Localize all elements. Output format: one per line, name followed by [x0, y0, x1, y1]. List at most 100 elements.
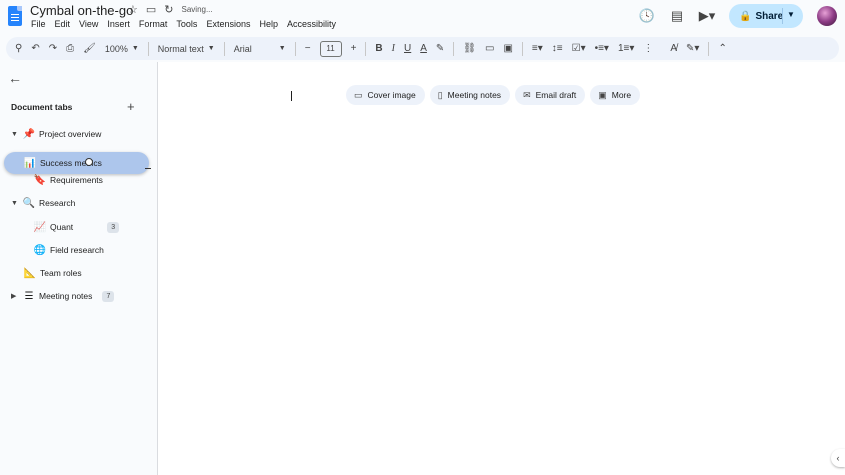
avatar[interactable] — [817, 6, 837, 26]
chip-label: Meeting notes — [447, 90, 502, 100]
star-icon[interactable]: ☆ — [128, 3, 138, 16]
sidebar-tab-field-research[interactable]: 🌐 Field research — [32, 242, 104, 258]
spellcheck-icon[interactable]: A̸ — [670, 41, 677, 57]
more-options-icon[interactable]: ⋮ — [643, 41, 653, 57]
increase-font-size-icon[interactable]: + — [351, 41, 357, 57]
chevron-down-icon: ▼ — [207, 45, 215, 52]
text-color-icon[interactable]: A — [420, 41, 427, 57]
add-tab-icon[interactable]: + — [127, 99, 135, 114]
meeting-notes-chip[interactable]: ▯ Meeting notes — [429, 85, 511, 105]
menu-file[interactable]: File — [31, 19, 46, 29]
insert-image-icon[interactable]: ▣ — [503, 41, 512, 57]
link-icon[interactable]: ⛓ — [463, 41, 476, 57]
comments-icon[interactable]: ▤ — [669, 8, 685, 24]
underline-icon[interactable]: U — [404, 41, 411, 57]
formatting-toolbar: ⚲ ↶ ↷ ⎙ 🖌 100% ▼ Normal text ▼ Arial ▼ − 11… — [6, 37, 839, 60]
email-icon: ✉ — [523, 89, 531, 100]
menu-accessibility[interactable]: Accessibility — [287, 19, 336, 29]
collapsed-caret-icon[interactable]: ▶ — [11, 292, 21, 300]
redo-icon[interactable]: ↷ — [49, 41, 57, 57]
menu-extensions[interactable]: Extensions — [206, 19, 250, 29]
meet-icon[interactable]: ▶▾ — [699, 8, 716, 24]
toolbar-divider — [365, 41, 367, 56]
menu-view[interactable]: View — [79, 19, 98, 29]
folder-icon[interactable]: ▭ — [146, 3, 156, 16]
image-icon: ▭ — [354, 89, 363, 100]
bookmark-icon: 🔖 — [33, 174, 47, 186]
collapse-menus-icon[interactable]: ⌃ — [718, 41, 726, 57]
line-spacing-icon[interactable]: ↕≡ — [552, 41, 563, 57]
triangle-ruler-icon: 📐 — [23, 267, 37, 279]
print-icon[interactable]: ⎙ — [66, 41, 74, 57]
menu-format[interactable]: Format — [139, 19, 168, 29]
more-icon: ▣ — [598, 89, 607, 100]
chevron-down-icon: ▼ — [278, 45, 286, 52]
title-bar: Cymbal on-the-go ☆ ▭ ↻ Saving... File Ed… — [0, 0, 845, 34]
zoom-value: 100% — [104, 43, 128, 54]
bulleted-list-icon[interactable]: •≡▾ — [595, 41, 609, 57]
save-status: Saving... — [181, 5, 213, 14]
tab-label: Field research — [50, 245, 104, 255]
paint-format-icon[interactable]: 🖌 — [83, 41, 96, 57]
toolbar-divider — [223, 41, 225, 56]
toolbar-divider — [453, 41, 455, 56]
chevron-left-icon[interactable]: ‹ — [831, 449, 845, 467]
sidebar-tab-quant[interactable]: 📈 Quant 3 — [32, 219, 120, 235]
menu-tools[interactable]: Tools — [176, 19, 197, 29]
style-value: Normal text — [157, 43, 204, 54]
expand-caret-icon[interactable]: ▼ — [11, 131, 21, 138]
menu-help[interactable]: Help — [259, 19, 278, 29]
zoom-dropdown[interactable]: 100% ▼ — [105, 41, 139, 57]
tab-label: Project overview — [39, 129, 102, 139]
header-actions: 🕓 ▤ ▶▾ 🔒 Share ▼ — [639, 4, 837, 28]
tab-label: Requirements — [50, 175, 103, 185]
align-icon[interactable]: ≡▾ — [532, 41, 543, 57]
sidebar-tab-requirements[interactable]: 🔖 Requirements — [32, 172, 103, 188]
chip-label: Email draft — [535, 90, 577, 100]
italic-icon[interactable]: I — [392, 41, 395, 57]
history-icon[interactable]: 🕓 — [639, 8, 655, 24]
building-block-chips: ▭ Cover image ▯ Meeting notes ✉ Email dr… — [346, 85, 641, 105]
drop-indicator — [145, 168, 151, 169]
globe-icon: 🌐 — [33, 244, 47, 256]
style-dropdown[interactable]: Normal text ▼ — [158, 41, 215, 57]
sidebar-tab-meeting-notes[interactable]: ▶ ☰ Meeting notes 7 — [11, 288, 115, 304]
add-comment-icon[interactable]: ▭ — [485, 41, 494, 57]
expand-caret-icon[interactable]: ▼ — [11, 200, 21, 207]
editing-mode-icon[interactable]: ✎▾ — [686, 41, 699, 57]
docs-logo-icon[interactable] — [8, 6, 22, 26]
tab-label: Research — [39, 198, 76, 208]
sidebar-tab-team-roles[interactable]: 📐 Team roles — [22, 265, 82, 281]
back-arrow-icon[interactable]: ← — [8, 70, 22, 86]
menu-insert[interactable]: Insert — [107, 19, 130, 29]
bold-icon[interactable]: B — [375, 41, 382, 57]
notes-icon: ▯ — [437, 89, 443, 100]
email-draft-chip[interactable]: ✉ Email draft — [515, 85, 586, 105]
cover-image-chip[interactable]: ▭ Cover image — [346, 85, 425, 105]
share-button[interactable]: 🔒 Share ▼ — [729, 4, 803, 28]
highlight-icon[interactable]: ✎ — [436, 41, 444, 57]
font-dropdown[interactable]: Arial ▼ — [234, 41, 286, 57]
tab-label: Meeting notes — [39, 291, 93, 301]
document-title[interactable]: Cymbal on-the-go — [30, 3, 133, 18]
document-canvas[interactable]: ▭ Cover image ▯ Meeting notes ✉ Email dr… — [158, 62, 845, 475]
share-dropdown-icon[interactable]: ▼ — [787, 10, 795, 19]
sidebar-tab-project-overview[interactable]: ▼ 📌 Project overview — [11, 126, 101, 142]
tabs-header: Document tabs — [11, 102, 73, 112]
menu-edit[interactable]: Edit — [55, 19, 71, 29]
numbered-list-icon[interactable]: 1≡▾ — [618, 41, 634, 57]
font-size-input[interactable]: 11 — [319, 40, 342, 57]
share-divider — [782, 8, 783, 24]
sidebar-tab-research[interactable]: ▼ 🔍 Research — [11, 195, 75, 211]
more-chip[interactable]: ▣ More — [590, 85, 641, 105]
search-menus-icon[interactable]: ⚲ — [15, 41, 22, 57]
magnifier-icon: 🔍 — [22, 197, 36, 209]
tab-label: Team roles — [40, 268, 82, 278]
decrease-font-size-icon[interactable]: − — [305, 41, 311, 57]
undo-icon[interactable]: ↶ — [31, 41, 39, 57]
chevron-down-icon: ▼ — [131, 45, 139, 52]
checklist-icon[interactable]: ☑▾ — [572, 41, 586, 57]
toolbar-divider — [147, 41, 149, 56]
text-cursor — [291, 91, 292, 101]
tab-label: Quant — [50, 222, 74, 232]
